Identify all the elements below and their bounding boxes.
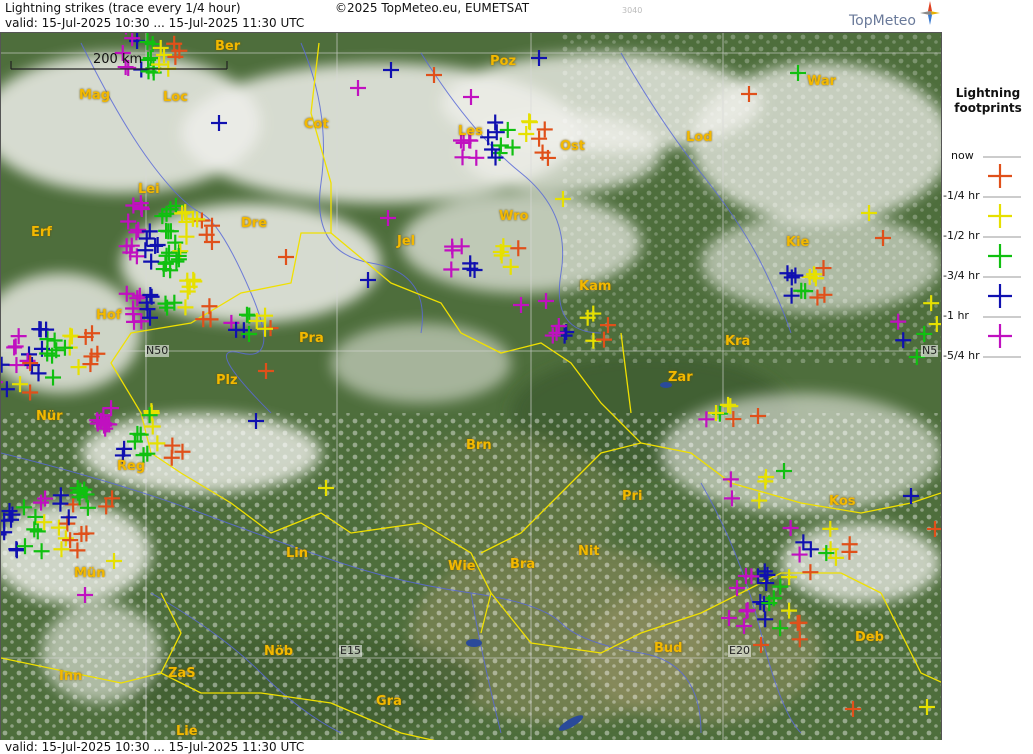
city-mun: Mün [74, 566, 106, 581]
legend-symbol-2 [988, 244, 1012, 268]
city-kos: Kos [829, 494, 856, 509]
city-ber: Ber [215, 39, 241, 54]
city-reg: Reg [117, 459, 146, 474]
city-nob: Nöb [264, 644, 294, 659]
city-jel: Jel [397, 234, 416, 249]
city-kie: Kie [786, 235, 810, 250]
city-plz: Plz [216, 373, 238, 388]
footer-valid-range: valid: 15-Jul-2025 10:30 ... 15-Jul-2025… [5, 740, 305, 754]
map-code: 3040 [622, 6, 643, 15]
grid-label-e20: E20 [728, 644, 751, 657]
grid-label-n50-right: N5 [921, 344, 939, 357]
city-ost: Ost [560, 139, 586, 154]
grid-label-e15: E15 [339, 644, 362, 657]
legend-symbol-1 [988, 204, 1012, 228]
city-hof: Hof [96, 308, 122, 323]
city-brn: Brn [466, 438, 492, 453]
city-lie: Lie [176, 724, 198, 739]
legend-symbol-0 [988, 164, 1012, 188]
city-gra: Gra [376, 694, 402, 709]
city-poz: Poz [490, 54, 517, 69]
city-zas: ZaS [168, 666, 196, 681]
map-header: Lightning strikes (trace every 1/4 hour)… [0, 0, 942, 32]
map-canvas [1, 33, 941, 740]
fair-weather-cumulus-north [561, 33, 941, 363]
city-lod: Lod [686, 130, 713, 145]
city-bra: Bra [510, 557, 536, 572]
city-erf: Erf [31, 225, 52, 240]
legend-symbol-4 [988, 324, 1012, 348]
legend-panel: Lightning footprints now -1/4 hr -1/2 hr… [943, 0, 1033, 754]
city-bud: Bud [654, 641, 683, 656]
city-les: Les [458, 124, 483, 139]
city-wie: Wie [448, 559, 476, 574]
scale-bar-label: 200 km [93, 52, 143, 67]
grid-label-n50: N50 [145, 344, 170, 357]
copyright-text: ©2025 TopMeteo.eu, EUMETSAT [335, 1, 530, 15]
legend-symbol-3 [988, 284, 1012, 308]
city-pra: Pra [299, 331, 324, 346]
city-deb: Deb [855, 630, 884, 645]
satellite-map[interactable]: 200 km N50 N5 E15 E20 Ber Mag Loc Cot Po… [0, 32, 942, 741]
city-dre: Dre [241, 216, 268, 231]
city-wro: Wro [499, 209, 529, 224]
city-loc: Loc [163, 90, 188, 105]
city-lei: Lei [138, 182, 160, 197]
city-inn: Inn [59, 669, 83, 684]
brand-logo-text: TopMeteo [849, 13, 916, 29]
city-nit: Nit [578, 544, 600, 559]
city-cot: Cot [304, 117, 329, 132]
map-title: Lightning strikes (trace every 1/4 hour) [5, 1, 241, 15]
city-pri: Pri [622, 489, 643, 504]
city-zar: Zar [668, 370, 693, 385]
city-war: War [807, 74, 837, 89]
map-footer: valid: 15-Jul-2025 10:30 ... 15-Jul-2025… [0, 740, 942, 754]
city-mag: Mag [79, 88, 111, 103]
valid-range: valid: 15-Jul-2025 10:30 ... 15-Jul-2025… [5, 16, 305, 30]
city-kam: Kam [579, 279, 612, 294]
legend-graphics [983, 156, 1021, 358]
brand-logo-icon [920, 1, 940, 25]
city-nur: Nür [36, 409, 63, 424]
city-lin: Lin [286, 546, 308, 561]
city-kra: Kra [725, 334, 751, 349]
